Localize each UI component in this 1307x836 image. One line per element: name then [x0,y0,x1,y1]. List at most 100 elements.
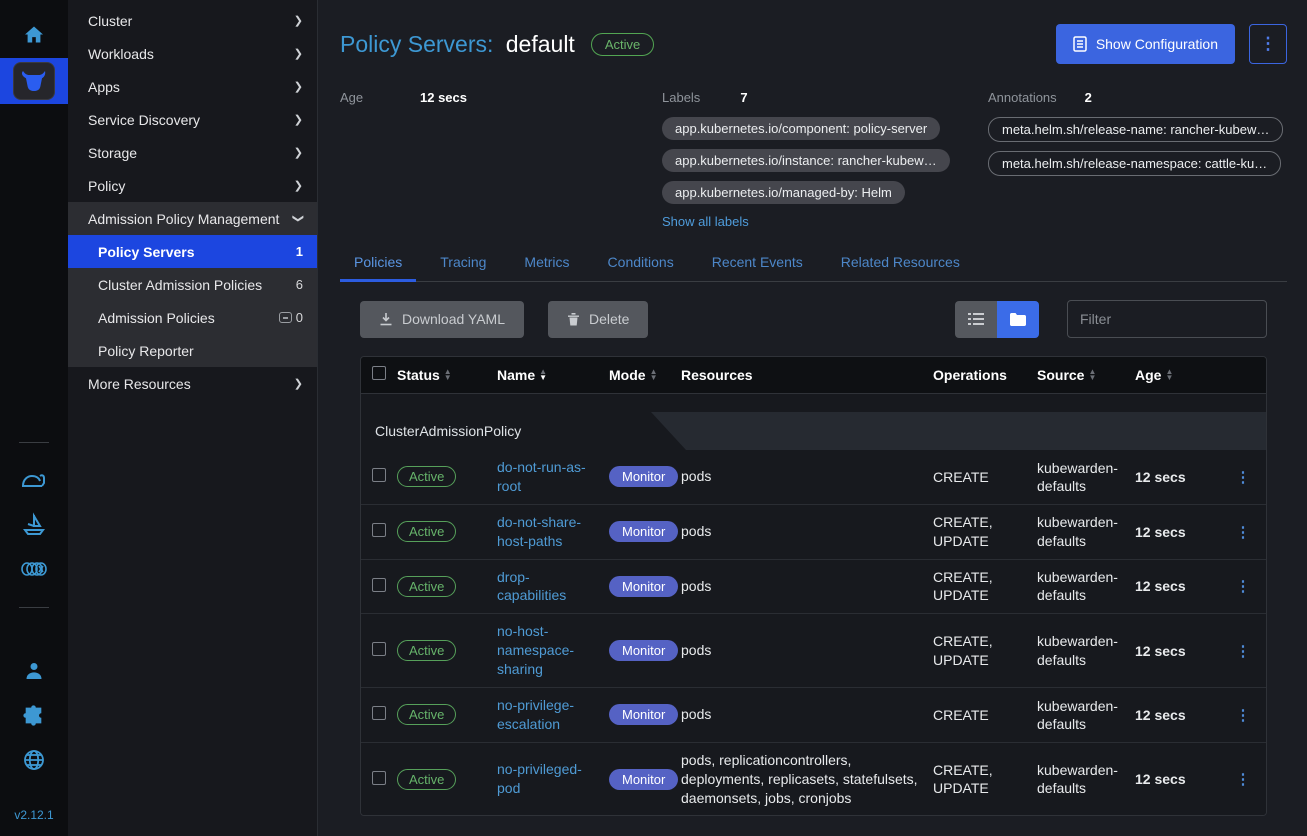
row-kebab-menu-button[interactable]: ⋮ [1223,770,1263,788]
show-all-labels-link[interactable]: Show all labels [662,214,749,229]
sidebar-item-cluster-admission-policies[interactable]: Cluster Admission Policies 6 [68,268,317,301]
chevron-right-icon: ❯ [294,377,303,390]
locale-button[interactable] [0,738,68,782]
row-kebab-menu-button[interactable]: ⋮ [1223,642,1263,660]
namespaced-count-icon [279,312,292,323]
row-checkbox[interactable] [372,771,386,785]
row-kebab-menu-button[interactable]: ⋮ [1223,706,1263,724]
extensions-button[interactable] [0,694,68,738]
column-header-source[interactable]: Source ▲▼ [1037,367,1135,383]
kubewarden-product-button[interactable] [0,58,68,104]
sidebar-item-label: Admission Policies [98,310,279,326]
column-header-resources[interactable]: Resources [681,367,933,383]
sidebar-item-cluster[interactable]: Cluster ❯ [68,4,317,37]
select-all-checkbox[interactable] [372,366,386,380]
sidebar-item-apps[interactable]: Apps ❯ [68,70,317,103]
list-view-button[interactable] [955,301,997,338]
tab-conditions[interactable]: Conditions [594,245,688,281]
sidebar-item-label: Policy Reporter [98,343,303,359]
row-status-badge: Active [397,704,456,725]
row-source: kubewarden-defaults [1037,624,1135,676]
mode-badge: Monitor [609,640,678,661]
table-row[interactable]: Active drop-capabilities Monitor pods CR… [361,560,1266,615]
version-label: v2.12.1 [14,808,53,822]
sidebar-item-admission-policies[interactable]: Admission Policies 0 [68,301,317,334]
row-resources: pods [681,569,933,604]
user-menu-button[interactable] [0,650,68,694]
tab-bar: Policies Tracing Metrics Conditions Rece… [340,245,1287,282]
tab-metrics[interactable]: Metrics [510,245,583,281]
sidebar-item-service-discovery[interactable]: Service Discovery ❯ [68,103,317,136]
policy-name-link[interactable]: no-privilege-escalation [497,696,603,734]
table-row[interactable]: Active do-not-run-as-root Monitor pods C… [361,450,1266,505]
policy-name-link[interactable]: drop-capabilities [497,568,603,606]
cluster-shortcut-3[interactable] [0,547,68,591]
mode-badge: Monitor [609,521,678,542]
annotation-chip: meta.helm.sh/release-name: rancher-kubew… [988,117,1283,142]
download-yaml-button[interactable]: Download YAML [360,301,524,338]
row-source: kubewarden-defaults [1037,505,1135,557]
row-checkbox[interactable] [372,578,386,592]
sidebar-item-more-resources[interactable]: More Resources ❯ [68,367,317,400]
column-header-status[interactable]: Status ▲▼ [397,367,497,383]
header-kebab-menu-button[interactable]: ⋮ [1249,24,1287,64]
column-header-operations[interactable]: Operations [933,367,1037,383]
row-checkbox[interactable] [372,706,386,720]
row-checkbox[interactable] [372,642,386,656]
status-badge: Active [591,33,654,56]
sidebar-item-policy-reporter[interactable]: Policy Reporter [68,334,317,367]
sidebar-item-policy[interactable]: Policy ❯ [68,169,317,202]
column-header-age[interactable]: Age ▲▼ [1135,367,1223,383]
home-icon [21,23,47,47]
row-kebab-menu-button[interactable]: ⋮ [1223,468,1263,486]
show-configuration-button[interactable]: Show Configuration [1056,24,1235,64]
column-header-name[interactable]: Name ▲▼ [497,367,609,383]
policy-name-link[interactable]: do-not-share-host-paths [497,513,603,551]
filter-input[interactable] [1067,300,1267,338]
policy-name-link[interactable]: do-not-run-as-root [497,458,603,496]
delete-button[interactable]: Delete [548,301,648,338]
rail-bottom-group [0,650,68,782]
sidebar-item-label: Storage [88,145,294,161]
download-yaml-label: Download YAML [402,311,505,327]
home-button[interactable] [0,12,68,58]
view-toggle [955,301,1039,338]
row-checkbox[interactable] [372,523,386,537]
table-row[interactable]: Active no-host-namespace-sharing Monitor… [361,614,1266,688]
group-tab-label: ClusterAdmissionPolicy [361,412,686,450]
item-count: 0 [296,310,303,325]
tab-recent-events[interactable]: Recent Events [698,245,817,281]
globe-icon [22,748,46,772]
row-age: 12 secs [1135,570,1223,602]
sidebar-group-header[interactable]: Admission Policy Management ❯ [68,202,317,235]
group-view-button[interactable] [997,301,1039,338]
label-chip: app.kubernetes.io/instance: rancher-kube… [662,149,950,172]
table-row[interactable]: Active no-privilege-escalation Monitor p… [361,688,1266,743]
table-row[interactable]: Active do-not-share-host-paths Monitor p… [361,505,1266,560]
age-label: Age [340,90,420,105]
row-operations: CREATE [933,460,1037,494]
row-kebab-menu-button[interactable]: ⋮ [1223,523,1263,541]
labels-label: Labels [662,90,700,105]
policy-name-link[interactable]: no-host-namespace-sharing [497,622,603,679]
kubewarden-bull-icon [13,62,55,100]
cluster-shortcut-2[interactable] [0,503,68,547]
sidebar-item-policy-servers[interactable]: Policy Servers 1 [68,235,317,268]
cluster-shortcut-1[interactable] [0,459,68,503]
row-checkbox[interactable] [372,468,386,482]
item-count: 6 [296,277,303,292]
policy-name-link[interactable]: no-privileged-pod [497,760,603,798]
row-kebab-menu-button[interactable]: ⋮ [1223,577,1263,595]
sidebar-item-workloads[interactable]: Workloads ❯ [68,37,317,70]
tab-policies[interactable]: Policies [340,245,416,281]
tab-related-resources[interactable]: Related Resources [827,245,974,281]
sidebar-group-label: Admission Policy Management [88,211,294,227]
table-row[interactable]: Active no-privileged-pod Monitor pods, r… [361,743,1266,816]
row-status-badge: Active [397,576,456,597]
sidebar-group-admission-policy-management: Admission Policy Management ❯ Policy Ser… [68,202,317,367]
tab-tracing[interactable]: Tracing [426,245,500,281]
row-source: kubewarden-defaults [1037,753,1135,805]
row-age: 12 secs [1135,516,1223,548]
sidebar-item-storage[interactable]: Storage ❯ [68,136,317,169]
column-header-mode[interactable]: Mode ▲▼ [609,367,681,383]
